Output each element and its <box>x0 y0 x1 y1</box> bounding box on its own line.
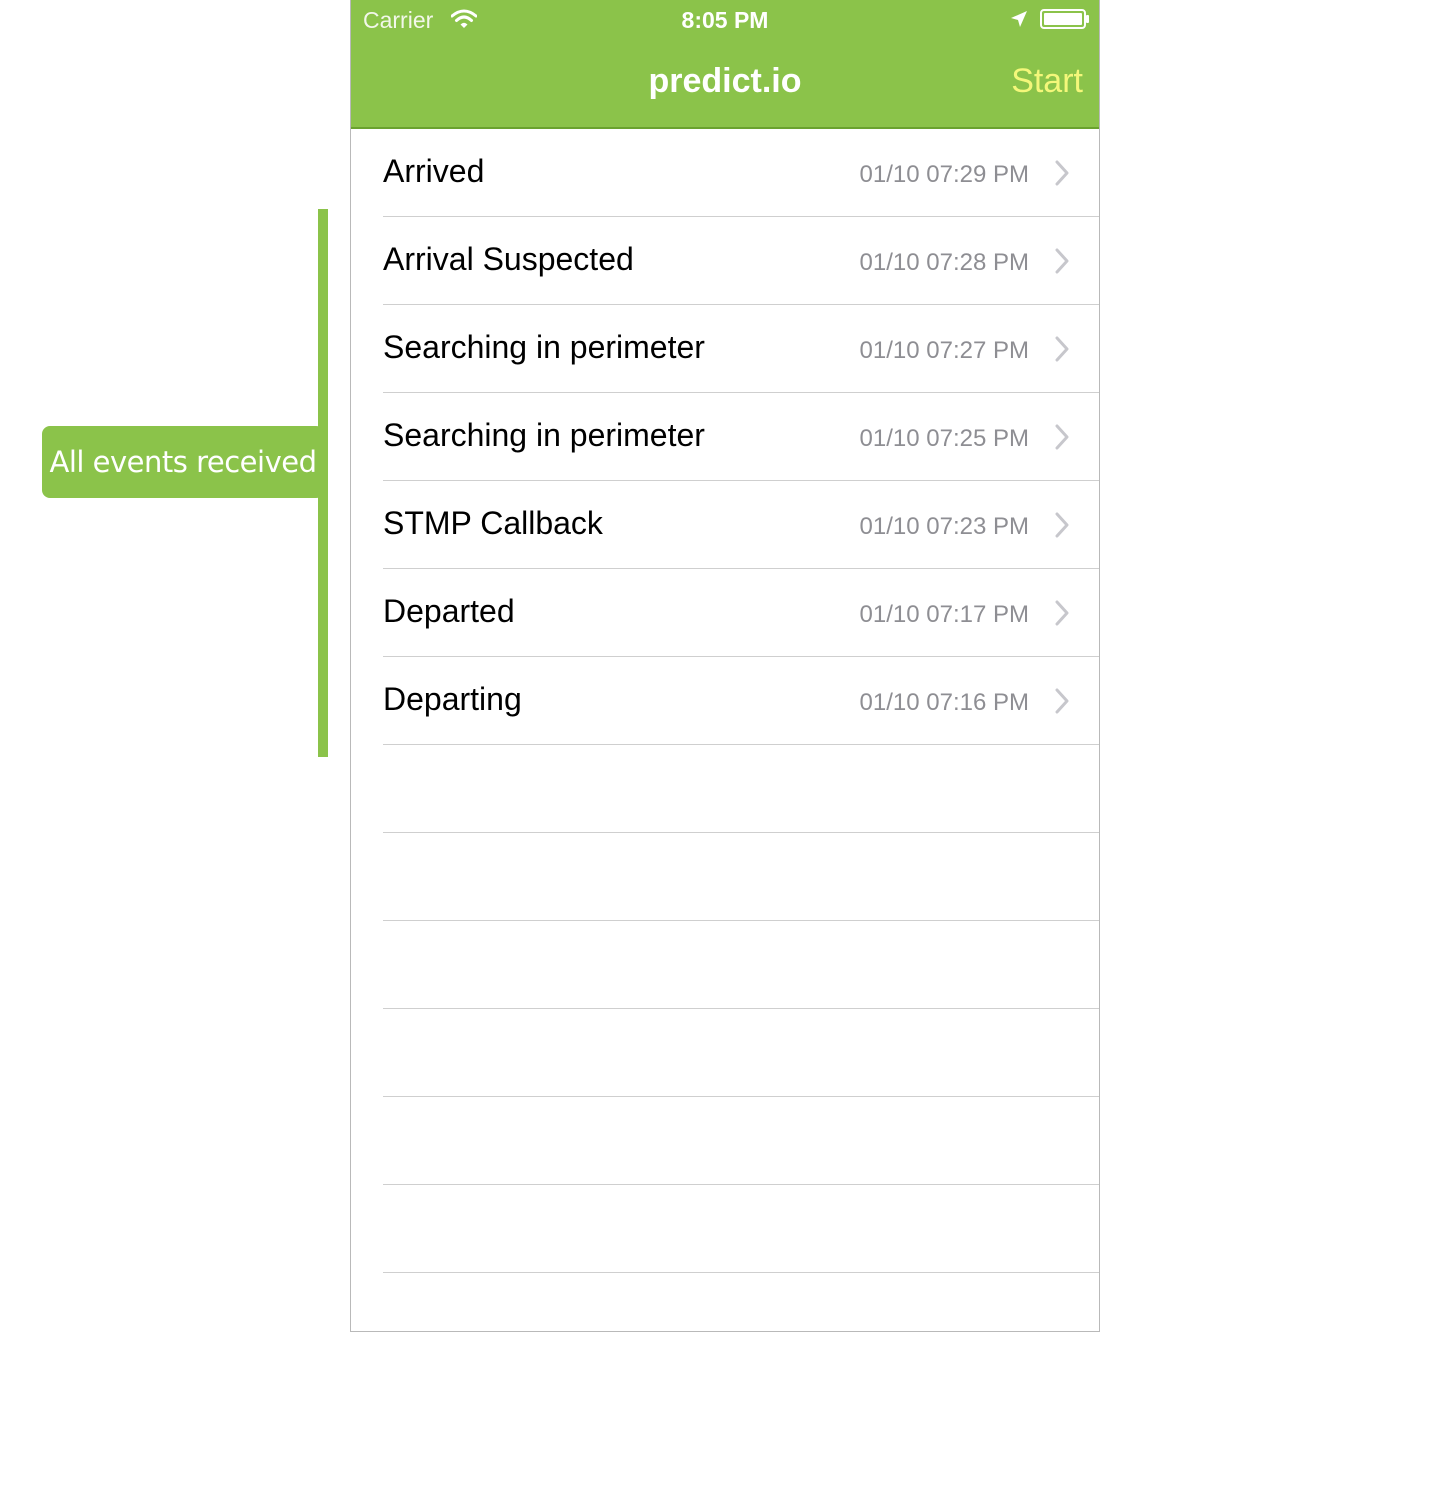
event-row[interactable]: Departed 01/10 07:17 PM <box>351 569 1099 657</box>
event-time: 01/10 07:29 PM <box>859 161 1029 188</box>
chevron-right-icon <box>1055 424 1069 450</box>
events-list: Arrived 01/10 07:29 PM Arrival Suspected… <box>351 129 1099 1273</box>
status-time: 8:05 PM <box>681 7 769 33</box>
page: All events received Carrier 8:05 PM pred… <box>0 0 1440 1500</box>
event-row[interactable]: Searching in perimeter 01/10 07:27 PM <box>351 305 1099 393</box>
chevron-right-icon <box>1055 160 1069 186</box>
event-time: 01/10 07:23 PM <box>859 513 1029 540</box>
nav-title: predict.io <box>648 62 802 100</box>
empty-row <box>351 921 1099 1009</box>
event-title: Departed <box>383 593 515 629</box>
event-row[interactable]: Arrived 01/10 07:29 PM <box>351 129 1099 217</box>
empty-row <box>351 745 1099 833</box>
phone-screen: Carrier 8:05 PM predict.io Start Arrived… <box>350 0 1100 1332</box>
event-row[interactable]: STMP Callback 01/10 07:23 PM <box>351 481 1099 569</box>
event-title: Arrival Suspected <box>383 241 634 277</box>
event-title: Searching in perimeter <box>383 417 705 453</box>
event-time: 01/10 07:28 PM <box>859 249 1029 276</box>
location-arrow-icon <box>1011 11 1027 27</box>
battery-icon <box>1040 9 1089 29</box>
chevron-right-icon <box>1055 688 1069 714</box>
chevron-right-icon <box>1055 512 1069 538</box>
event-title: Arrived <box>383 153 485 189</box>
navigation-header: Carrier 8:05 PM predict.io Start <box>351 0 1099 129</box>
event-time: 01/10 07:16 PM <box>859 689 1029 716</box>
event-time: 01/10 07:17 PM <box>859 601 1029 628</box>
event-title: Searching in perimeter <box>383 329 705 365</box>
event-row[interactable]: Arrival Suspected 01/10 07:28 PM <box>351 217 1099 305</box>
event-title: STMP Callback <box>383 505 603 541</box>
chevron-right-icon <box>1055 336 1069 362</box>
chevron-right-icon <box>1055 248 1069 274</box>
event-row[interactable]: Departing 01/10 07:16 PM <box>351 657 1099 745</box>
start-button[interactable]: Start <box>1011 62 1083 101</box>
event-time: 01/10 07:27 PM <box>859 337 1029 364</box>
event-time: 01/10 07:25 PM <box>859 425 1029 452</box>
empty-row <box>351 1097 1099 1185</box>
event-row[interactable]: Searching in perimeter 01/10 07:25 PM <box>351 393 1099 481</box>
empty-row <box>351 833 1099 921</box>
annotation-label: All events received <box>42 426 324 498</box>
chevron-right-icon <box>1055 600 1069 626</box>
row-separator <box>383 1272 1099 1273</box>
status-bar: Carrier 8:05 PM <box>351 0 1099 40</box>
empty-row <box>351 1185 1099 1273</box>
event-title: Departing <box>383 681 522 717</box>
empty-row <box>351 1009 1099 1097</box>
